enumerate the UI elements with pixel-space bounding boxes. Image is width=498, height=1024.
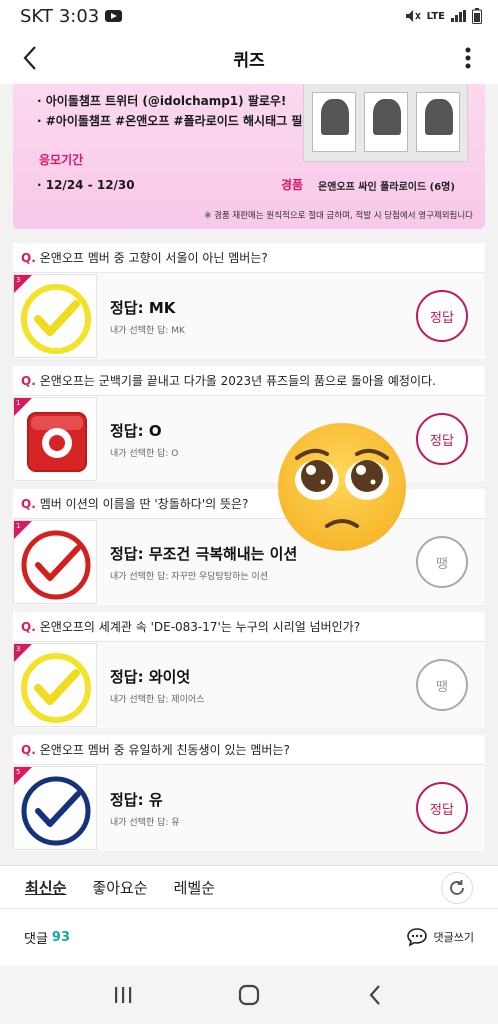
recent-apps-icon: [115, 987, 132, 1003]
banner-prize: 온앤오프 싸인 폴라로이드 (6명): [318, 182, 455, 193]
polaroid-image: [312, 92, 356, 152]
quiz-item[interactable]: Q. 온앤오프는 군백기를 끝내고 다가올 2023년 퓨즈들의 품으로 돌아올 …: [13, 366, 485, 482]
quiz-answer-row: 1 정답: 무조건 극복해내는 이션 내가 선택한 답: 자꾸만 우당탕탕하는 …: [13, 519, 485, 605]
my-answer: 내가 선택한 답: 자꾸만 우당탕탕하는 이션: [110, 572, 269, 582]
carrier-time: SKT 3:03: [20, 5, 123, 27]
banner-period-label: 응모기간: [39, 153, 84, 167]
carrier-label: SKT: [20, 5, 53, 27]
yellow-check-icon: 3: [13, 643, 97, 727]
pleading-face-emoji-icon: [278, 423, 406, 551]
correct-answer: 정답: 무조건 극복해내는 이션: [110, 545, 298, 563]
app-bar: 퀴즈: [0, 32, 498, 84]
question-marker: Q.: [21, 619, 36, 634]
question-number: 3: [16, 276, 21, 284]
recent-apps-button[interactable]: [93, 966, 153, 1024]
result-badge-correct[interactable]: 정답: [416, 413, 468, 465]
correct-answer: 정답: 유: [110, 791, 163, 809]
quiz-answer-row: 3 정답: MK 내가 선택한 답: MK 정답: [13, 273, 485, 359]
correct-answer: 정답: 와이엇: [110, 668, 191, 686]
comment-sort-bar: 최신순 좋아요순 레벨순: [0, 865, 498, 908]
quiz-question: Q. 온앤오프 멤버 중 유일하게 친동생이 있는 멤버는?: [13, 735, 485, 765]
quiz-item[interactable]: Q. 온앤오프 멤버 중 유일하게 친동생이 있는 멤버는? 5 정답: 유 내가…: [13, 735, 485, 851]
my-answer: 내가 선택한 답: 제이어스: [110, 695, 205, 705]
write-comment-button[interactable]: 댓글쓰기: [406, 927, 474, 947]
back-button[interactable]: [0, 32, 60, 84]
question-marker: Q.: [21, 373, 36, 388]
correct-answer: 정답: MK: [110, 299, 176, 317]
back-nav-button[interactable]: [345, 966, 405, 1024]
banner-prize-label: 경품: [281, 178, 304, 192]
quiz-question: Q. 멤버 이션의 이름을 딴 '창돌하다'의 뜻은?: [13, 489, 485, 519]
network-label: LTE: [426, 10, 445, 22]
comment-label: 댓글: [24, 932, 48, 947]
status-icons: LTE: [405, 8, 482, 24]
signal-icon: [451, 10, 466, 22]
quiz-question: Q. 온앤오프 멤버 중 고향이 서울이 아닌 멤버는?: [13, 243, 485, 273]
yellow-check-icon: 3: [13, 274, 97, 358]
battery-icon: [472, 8, 482, 24]
quiz-result-list: Q. 온앤오프 멤버 중 고향이 서울이 아닌 멤버는? 3 정답: MK 내가 …: [13, 243, 485, 858]
back-arrow-icon: [23, 46, 36, 70]
quiz-item[interactable]: Q. 멤버 이션의 이름을 딴 '창돌하다'의 뜻은? 1 정답: 무조건 극복해…: [13, 489, 485, 605]
sort-level-tab[interactable]: 레벨순: [174, 877, 215, 898]
more-vertical-icon: [465, 47, 471, 69]
question-text: 온앤오프의 세계관 속 'DE-083-17'는 누구의 시리얼 넘버인가?: [39, 620, 361, 634]
event-banner[interactable]: · 아이돌챔프 트위터 (@idolchamp1) 팔로우! · #아이돌챔프 …: [13, 84, 485, 229]
red-check-icon: 1: [13, 520, 97, 604]
correct-answer: 정답: O: [110, 422, 162, 440]
result-badge-correct[interactable]: 정답: [416, 290, 468, 342]
polaroid-image: [364, 92, 408, 152]
status-bar: SKT 3:03 LTE: [0, 0, 498, 32]
comment-bar: 댓글 93 댓글쓰기: [0, 908, 498, 966]
write-comment-label: 댓글쓰기: [433, 931, 474, 944]
clock: 3:03: [58, 5, 100, 27]
banner-notice: ※ 경품 재판매는 원칙적으로 절대 금하며, 적발 시 당첨에서 영구제외됩니…: [204, 211, 473, 221]
question-number: 5: [16, 768, 21, 776]
banner-line-follow: · 아이돌챔프 트위터 (@idolchamp1) 팔로우!: [37, 94, 287, 108]
page-title: 퀴즈: [233, 50, 265, 71]
result-badge-wrong[interactable]: 땡: [416, 659, 468, 711]
home-button[interactable]: [219, 966, 279, 1024]
refresh-icon: [450, 880, 464, 895]
question-text: 온앤오프는 군백기를 끝내고 다가올 2023년 퓨즈들의 품으로 돌아올 예정…: [39, 374, 436, 388]
mute-icon: [405, 10, 421, 22]
quiz-answer-row: 5 정답: 유 내가 선택한 답: 유 정답: [13, 765, 485, 851]
sort-likes-tab[interactable]: 좋아요순: [92, 877, 147, 898]
blue-check-icon: 5: [13, 766, 97, 850]
quiz-question: Q. 온앤오프의 세계관 속 'DE-083-17'는 누구의 시리얼 넘버인가?: [13, 612, 485, 642]
result-badge-correct[interactable]: 정답: [416, 782, 468, 834]
back-chevron-icon: [369, 985, 380, 1005]
my-answer: 내가 선택한 답: MK: [110, 326, 185, 336]
youtube-notification-icon: [105, 10, 123, 22]
polaroid-photo-image: [303, 84, 468, 162]
question-marker: Q.: [21, 250, 36, 265]
my-answer: 내가 선택한 답: O: [110, 449, 179, 459]
result-badge-wrong[interactable]: 땡: [416, 536, 468, 588]
home-icon: [238, 984, 260, 1006]
more-options-button[interactable]: [438, 32, 498, 84]
quiz-question: Q. 온앤오프는 군백기를 끝내고 다가올 2023년 퓨즈들의 품으로 돌아올 …: [13, 366, 485, 396]
banner-line-hashtag: · #아이돌챔프 #온앤오프 #폴라로이드 해시태그 필수!: [37, 114, 319, 128]
question-number: 3: [16, 645, 21, 653]
question-marker: Q.: [21, 742, 36, 757]
question-number: 1: [16, 522, 21, 530]
speech-bubble-icon: [406, 928, 427, 947]
quiz-item[interactable]: Q. 온앤오프 멤버 중 고향이 서울이 아닌 멤버는? 3 정답: MK 내가 …: [13, 243, 485, 359]
quiz-answer-row: 1 정답: O 내가 선택한 답: O 정답: [13, 396, 485, 482]
question-number: 1: [16, 399, 21, 407]
my-answer: 내가 선택한 답: 유: [110, 818, 180, 828]
banner-period: · 12/24 - 12/30: [37, 178, 135, 192]
question-text: 멤버 이션의 이름을 딴 '창돌하다'의 뜻은?: [39, 497, 249, 511]
comment-count: 93: [51, 930, 71, 945]
refresh-button[interactable]: [441, 872, 473, 904]
polaroid-image: [416, 92, 460, 152]
system-navigation-bar: [0, 966, 498, 1024]
quiz-item[interactable]: Q. 온앤오프의 세계관 속 'DE-083-17'는 누구의 시리얼 넘버인가?…: [13, 612, 485, 728]
question-marker: Q.: [21, 496, 36, 511]
question-text: 온앤오프 멤버 중 고향이 서울이 아닌 멤버는?: [39, 251, 268, 265]
quiz-answer-row: 3 정답: 와이엇 내가 선택한 답: 제이어스 땡: [13, 642, 485, 728]
question-text: 온앤오프 멤버 중 유일하게 친동생이 있는 멤버는?: [39, 743, 290, 757]
sort-latest-tab[interactable]: 최신순: [25, 877, 66, 898]
red-o-button-icon: 1: [13, 397, 97, 481]
